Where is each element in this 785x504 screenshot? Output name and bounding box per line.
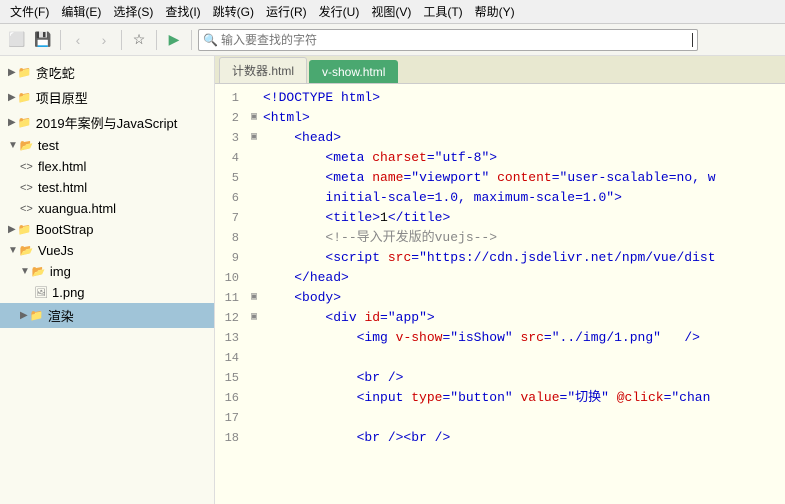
tab-vshow[interactable]: v-show.html [309,60,398,83]
arrow-right-icon: ▶ [8,224,16,235]
sidebar-label-test: test [38,138,208,153]
menu-file[interactable]: 文件(F) [4,1,55,22]
arrow-down-icon: ▼ [8,245,18,256]
code-line-18: 18 <br /><br /> [215,428,785,448]
folder-icon: 📁 [30,309,44,322]
toolbar-separator-3 [156,30,157,50]
sidebar-item-2019[interactable]: ▶ 📁 2019年案例与JavaScript [0,110,214,135]
sidebar: ▶ 📁 贪吃蛇 ▶ 📁 项目原型 ▶ 📁 2019年案例与JavaScript … [0,56,215,504]
code-line-17: 17 [215,408,785,428]
folder-open-icon: 📂 [20,139,34,152]
sidebar-label-flex: flex.html [38,159,208,174]
folder-icon: 📁 [18,91,32,104]
arrow-right-icon: ▶ [8,117,16,128]
sidebar-label-snakes: 贪吃蛇 [36,63,208,82]
code-line-4: 4 <meta charset="utf-8"> [215,148,785,168]
folder-open-icon: 📂 [32,265,46,278]
folder-icon: 📁 [18,66,32,79]
sidebar-item-1png[interactable]: 🖼 1.png [0,282,214,303]
menu-run[interactable]: 运行(R) [260,1,313,22]
code-area[interactable]: 1 <!DOCTYPE html> 2 ▣ <html> 3 ▣ <head> … [215,84,785,504]
cursor-indicator [692,33,693,47]
run-button[interactable]: ▶ [163,29,185,51]
code-line-15: 15 <br /> [215,368,785,388]
code-line-9: 9 <script src="https://cdn.jsdelivr.net/… [215,248,785,268]
code-line-6: 6 initial-scale=1.0, maximum-scale=1.0"> [215,188,785,208]
arrow-right-icon: ▶ [20,310,28,321]
sidebar-label-2019: 2019年案例与JavaScript [36,113,208,132]
sidebar-label-vuejs: VueJs [38,243,208,258]
code-line-11: 11 ▣ <body> [215,288,785,308]
sidebar-item-vuejs[interactable]: ▼ 📂 VueJs [0,240,214,261]
code-line-1: 1 <!DOCTYPE html> [215,88,785,108]
sidebar-label-img: img [50,264,208,279]
menu-help[interactable]: 帮助(Y) [469,1,521,22]
sidebar-label-xuangua: xuangua.html [38,201,208,216]
arrow-down-icon: ▼ [8,140,18,151]
image-file-icon: 🖼 [34,286,48,299]
star-button[interactable]: ☆ [128,29,150,51]
arrow-down-icon: ▼ [20,266,30,277]
toolbar-separator-2 [121,30,122,50]
code-line-3: 3 ▣ <head> [215,128,785,148]
tab-counter[interactable]: 计数器.html [219,57,307,83]
sidebar-label-1png: 1.png [52,285,208,300]
code-line-13: 13 <img v-show="isShow" src="../img/1.pn… [215,328,785,348]
menu-publish[interactable]: 发行(U) [313,1,366,22]
code-line-16: 16 <input type="button" value="切换" @clic… [215,388,785,408]
html-file-icon: <> [20,203,34,215]
folder-icon: 📁 [18,223,32,236]
code-line-14: 14 [215,348,785,368]
sidebar-item-snakes[interactable]: ▶ 📁 贪吃蛇 [0,60,214,85]
menu-find[interactable]: 查找(I) [159,1,206,22]
tab-bar: 计数器.html v-show.html [215,56,785,84]
editor-area: 计数器.html v-show.html 1 <!DOCTYPE html> 2… [215,56,785,504]
toolbar-separator-4 [191,30,192,50]
menu-bar: 文件(F) 编辑(E) 选择(S) 查找(I) 跳转(G) 运行(R) 发行(U… [0,0,785,24]
sidebar-item-xuangua[interactable]: <> xuangua.html [0,198,214,219]
sidebar-item-prototype[interactable]: ▶ 📁 项目原型 [0,85,214,110]
html-file-icon: <> [20,182,34,194]
sidebar-label-prototype: 项目原型 [36,88,208,107]
folder-open-icon: 📂 [20,244,34,257]
menu-select[interactable]: 选择(S) [107,1,159,22]
save-button[interactable]: 💾 [32,29,54,51]
folder-icon: 📁 [18,116,32,129]
tab-counter-label: 计数器.html [232,62,294,79]
sidebar-label-xuan: 渲染 [48,306,208,325]
sidebar-item-xuan[interactable]: ▶ 📁 渲染 [0,303,214,328]
search-box: 🔍 [198,29,698,51]
menu-edit[interactable]: 编辑(E) [55,1,107,22]
sidebar-label-test-html: test.html [38,180,208,195]
menu-view[interactable]: 视图(V) [365,1,417,22]
tab-vshow-label: v-show.html [322,65,385,79]
menu-tools[interactable]: 工具(T) [417,1,468,22]
code-line-5: 5 <meta name="viewport" content="user-sc… [215,168,785,188]
arrow-right-icon: ▶ [8,92,16,103]
main-layout: ▶ 📁 贪吃蛇 ▶ 📁 项目原型 ▶ 📁 2019年案例与JavaScript … [0,56,785,504]
sidebar-item-flex[interactable]: <> flex.html [0,156,214,177]
code-line-2: 2 ▣ <html> [215,108,785,128]
new-file-button[interactable]: ⬜ [6,29,28,51]
sidebar-item-img[interactable]: ▼ 📂 img [0,261,214,282]
code-line-12: 12 ▣ <div id="app"> [215,308,785,328]
menu-goto[interactable]: 跳转(G) [207,1,260,22]
toolbar: ⬜ 💾 ‹ › ☆ ▶ 🔍 [0,24,785,56]
search-icon: 🔍 [203,33,218,47]
search-input[interactable] [221,33,690,47]
forward-button[interactable]: › [93,29,115,51]
sidebar-item-test[interactable]: ▼ 📂 test [0,135,214,156]
sidebar-label-bootstrap: BootStrap [36,222,208,237]
back-button[interactable]: ‹ [67,29,89,51]
html-file-icon: <> [20,161,34,173]
sidebar-item-test-html[interactable]: <> test.html [0,177,214,198]
toolbar-separator-1 [60,30,61,50]
code-line-8: 8 <!--导入开发版的vuejs--> [215,228,785,248]
sidebar-item-bootstrap[interactable]: ▶ 📁 BootStrap [0,219,214,240]
code-line-10: 10 </head> [215,268,785,288]
arrow-right-icon: ▶ [8,67,16,78]
code-line-7: 7 <title>1</title> [215,208,785,228]
